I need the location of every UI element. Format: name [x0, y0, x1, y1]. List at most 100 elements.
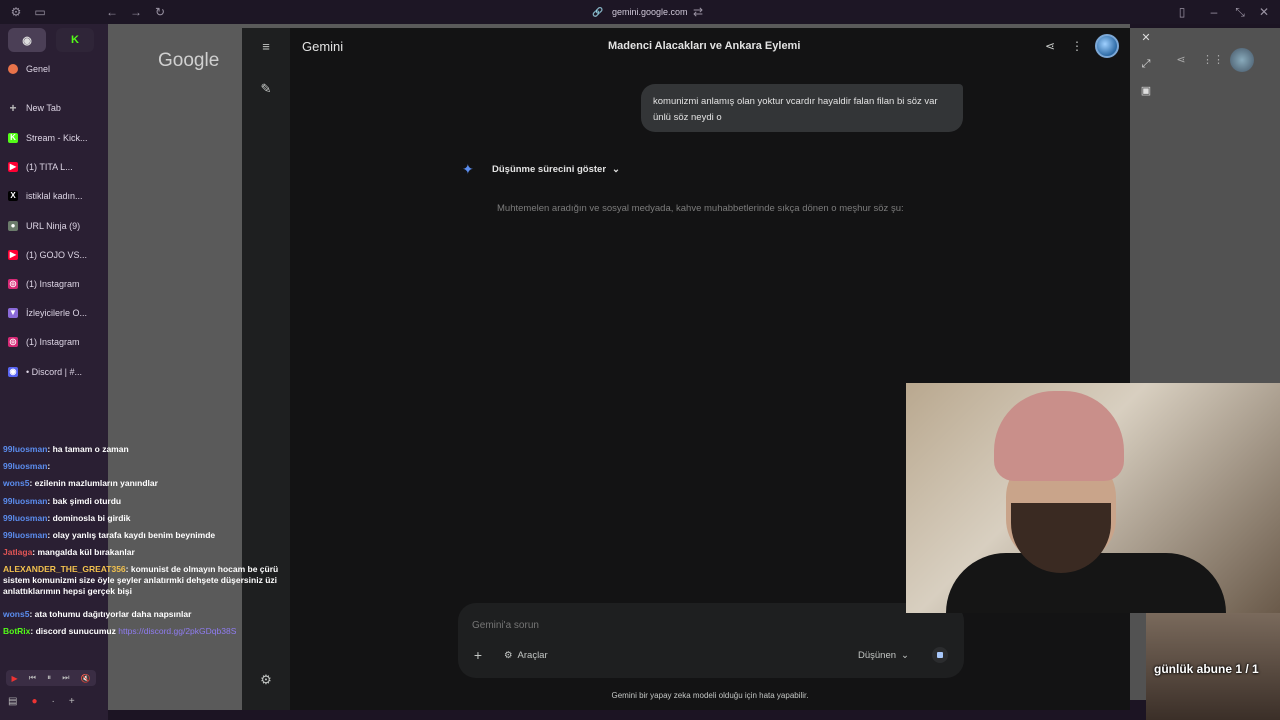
vertical-tab[interactable]: ◎ (1) Instagram [8, 273, 104, 295]
plus-icon: + [9, 101, 17, 115]
menu-icon[interactable]: ≡ [258, 39, 274, 55]
chat-text: : bak şimdi oturdu [47, 496, 122, 506]
bg-avatar[interactable] [1230, 48, 1254, 72]
vertical-tab[interactable]: ▶ (1) TITA L... [8, 156, 104, 178]
pinned-tab-chrome[interactable]: ◉ [8, 28, 46, 52]
reload-icon[interactable]: ↻ [152, 4, 168, 20]
add-icon[interactable]: + [69, 696, 75, 712]
dot-icon[interactable]: · [52, 696, 55, 712]
new-chat-icon[interactable]: ✎ [258, 81, 274, 97]
maximize-icon[interactable]: ⤡ [1232, 4, 1248, 20]
chat-text: : dominosla bi girdik [47, 513, 131, 523]
group-icon [8, 64, 18, 74]
chat-message: 99luosman: dominosla bi girdik [3, 513, 295, 524]
chat-text: : ha tamam o zaman [47, 444, 129, 454]
expand-icon[interactable]: ⤢ [1138, 56, 1154, 72]
chat-username[interactable]: BotRix [3, 626, 30, 636]
stream-chat: 99luosman: ha tamam o zaman 99luosman: wo… [0, 444, 300, 644]
settings-gear-icon[interactable]: ⚙ [258, 672, 274, 688]
vertical-tab[interactable]: K Stream - Kick... [8, 127, 104, 149]
more-options-icon[interactable]: ⋮ [1069, 38, 1085, 54]
share-icon[interactable]: ⋖ [1042, 38, 1058, 54]
vertical-tab[interactable]: ▶ (1) GOJO VS... [8, 244, 104, 266]
vertical-tab-label: (1) Instagram [26, 337, 80, 348]
vertical-tab-label: (1) GOJO VS... [26, 249, 88, 260]
pinned-tab-icon: ◉ [22, 34, 32, 47]
thinking-toggle-label: Düşünme sürecini göster [492, 164, 607, 175]
gemini-brand[interactable]: Gemini [302, 39, 343, 54]
chat-text: : [47, 461, 51, 471]
tab-favicon-icon: ▼ [8, 308, 18, 319]
vertical-tab[interactable]: ▼ İzleyicilerle O... [8, 302, 104, 324]
back-icon[interactable]: ← [104, 4, 120, 20]
site-info-icon[interactable]: 🔗 [590, 4, 606, 20]
chat-message: 99luosman: ha tamam o zaman [3, 444, 295, 455]
tab-favicon-icon: K [8, 133, 18, 143]
next-icon[interactable]: ⏭ [62, 673, 69, 683]
chat-text: : olay yanlış tarafa kaydı benim beynimd… [47, 530, 216, 540]
tab-favicon-icon: X [8, 191, 18, 202]
chat-username[interactable]: 99luosman [3, 496, 47, 506]
chat-username[interactable]: ALEXANDER_THE_GREAT356 [3, 564, 126, 574]
mode-selector[interactable]: Düşünen ⌄ [858, 647, 909, 663]
gemini-spark-icon: ✦ [462, 161, 474, 177]
vertical-tab-label: İzleyicilerle O... [26, 308, 88, 319]
chat-message: ALEXANDER_THE_GREAT356: komunist de olma… [3, 564, 295, 597]
panel-icon[interactable]: ▯ [1174, 4, 1190, 20]
tab-favicon-icon: ◉ [8, 366, 18, 377]
chevron-down-icon: ⌄ [612, 164, 620, 175]
webcam-person-hat [994, 391, 1124, 481]
tab-group-label: Genel [26, 64, 51, 74]
vertical-tab[interactable]: ◎ (1) Instagram [8, 331, 104, 353]
add-attachment-button[interactable]: + [470, 647, 486, 663]
address-bar[interactable]: gemini.google.com [612, 4, 688, 20]
split-view-icon[interactable]: ▣ [1138, 83, 1154, 99]
chat-username[interactable]: 99luosman [3, 461, 47, 471]
chat-message: BotRix: discord sunucumuz https://discor… [3, 626, 295, 637]
thinking-toggle[interactable]: Düşünme sürecini göster ⌄ [492, 164, 620, 175]
previous-icon[interactable]: ⏮ [29, 673, 36, 683]
mute-icon[interactable]: 🔇 [80, 674, 90, 683]
prompt-input[interactable] [472, 617, 852, 633]
chat-link[interactable]: https://discord.gg/2pkGDqb38S [118, 626, 236, 636]
google-logo: Google [158, 50, 220, 71]
vertical-tab[interactable]: Xistiklal kadın... [8, 185, 104, 207]
share-bg-icon[interactable]: ⋖ [1173, 52, 1189, 68]
vertical-tab-label: URL Ninja (9) [26, 220, 81, 231]
apps-grid-icon[interactable]: ⋮⋮ [1202, 52, 1224, 68]
chevron-down-icon: ⌄ [901, 649, 909, 661]
sidebar-toggle-icon[interactable]: ▭ [32, 4, 48, 20]
url-settings-icon[interactable]: ⇄ [690, 4, 706, 20]
chat-username[interactable]: 99luosman [3, 444, 47, 454]
disclaimer: Gemini bir yapay zeka modeli olduğu için… [611, 691, 809, 700]
chat-username[interactable]: wons5 [3, 609, 29, 619]
pinned-tab-kick[interactable]: K [56, 28, 94, 52]
forward-icon[interactable]: → [128, 4, 144, 20]
vertical-tab[interactable]: ● URL Ninja (9) [8, 215, 104, 237]
minimize-icon[interactable]: – [1206, 4, 1222, 20]
tools-button[interactable]: ⚙ Araçlar [504, 647, 548, 663]
tab-group-header[interactable]: Genel [8, 58, 104, 80]
browser-toolbar: ⚙ ▭ ← → ↻ 🔗 gemini.google.com ⇄ ▯ – ⤡ ✕ [0, 0, 1280, 24]
avatar[interactable] [1095, 34, 1119, 58]
chat-username[interactable]: 99luosman [3, 530, 47, 540]
vertical-tab-label: istiklal kadın... [26, 191, 83, 202]
new-tab-button[interactable]: + New Tab [8, 97, 104, 119]
chat-username[interactable]: Jatlaga [3, 547, 32, 557]
record-icon[interactable]: ● [31, 696, 37, 712]
archive-icon[interactable]: ▤ [8, 696, 17, 712]
prompt-composer: + ⚙ Araçlar Düşünen ⌄ [458, 603, 964, 678]
user-message: komunizmi anlamış olan yoktur vcardır ha… [641, 84, 963, 132]
chat-username[interactable]: wons5 [3, 478, 29, 488]
tools-label: Araçlar [517, 649, 548, 661]
vertical-tab[interactable]: ◉ • Discord | #... [8, 361, 104, 383]
stop-button[interactable] [932, 647, 948, 663]
pause-icon[interactable]: ⏸ [47, 673, 51, 683]
browser-menu-icon[interactable]: ⚙ [8, 4, 24, 20]
close-window-icon[interactable]: ✕ [1256, 4, 1272, 20]
close-panel-icon[interactable]: ✕ [1138, 30, 1154, 46]
chat-message: 99luosman: olay yanlış tarafa kaydı beni… [3, 530, 295, 541]
chat-username[interactable]: 99luosman [3, 513, 47, 523]
sub-goal-counter: günlük abune 1 / 1 [1154, 662, 1259, 676]
vertical-tab-label: (1) Instagram [26, 279, 80, 289]
